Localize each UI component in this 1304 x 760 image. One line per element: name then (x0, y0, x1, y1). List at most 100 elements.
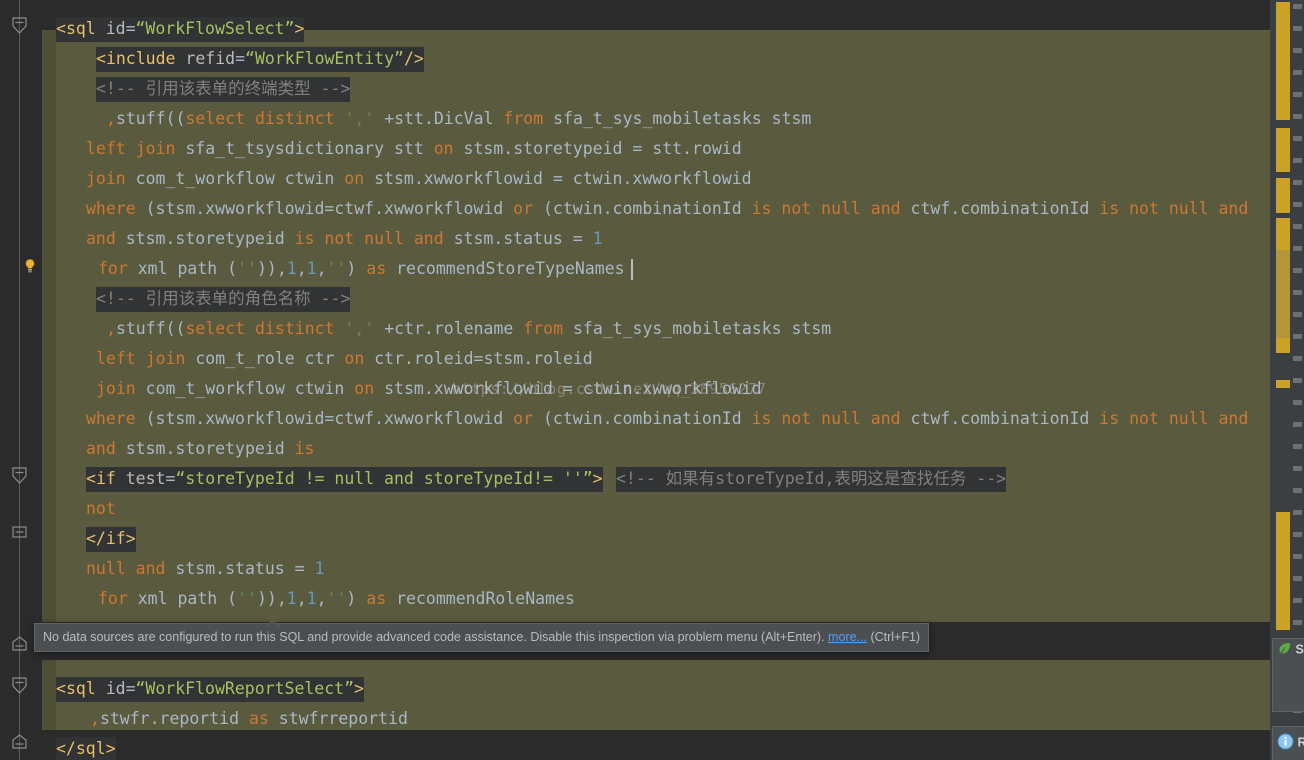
code-line[interactable]: for xml path ('')),1,1,'') as recommendS… (98, 254, 625, 284)
code-token: '' (237, 589, 257, 608)
stripe-warning-mark[interactable] (1276, 128, 1290, 172)
code-line[interactable]: <sql id=“WorkFlowReportSelect”> (56, 674, 364, 704)
code-token: xml path ( (127, 589, 238, 608)
code-token: join (86, 169, 126, 188)
code-line[interactable]: <include refid=“WorkFlowEntity”/> (96, 44, 424, 74)
code-token: <!-- 如果有storeTypeId,表明这是查找任务 --> (616, 467, 1007, 492)
stripe-notch (1293, 224, 1302, 229)
intention-bulb-icon[interactable] (22, 258, 38, 274)
stripe-notch (1293, 444, 1302, 449)
code-token: “WorkFlowReportSelect” (135, 677, 355, 702)
code-token: = (235, 47, 246, 72)
code-token: sql (75, 737, 106, 760)
code-editor[interactable]: <sql id=“WorkFlowSelect”> <include refid=… (0, 0, 1304, 760)
fold-marker-collapse[interactable] (8, 674, 31, 697)
code-line[interactable]: ,stuff((select distinct ',' +stt.DicVal … (106, 104, 811, 134)
code-token: join (145, 349, 186, 368)
code-token: '' (326, 589, 347, 608)
code-token: select distinct (185, 109, 335, 128)
stripe-notch (1293, 312, 1302, 317)
fold-marker-region[interactable] (8, 636, 31, 659)
code-line[interactable]: not (86, 494, 116, 524)
code-token: /> (403, 47, 424, 72)
code-token: join (135, 139, 176, 158)
code-token: null and (86, 559, 166, 578)
code-token: from (523, 319, 564, 338)
code-token: <!-- 引用该表单的角色名称 --> (96, 287, 351, 312)
code-line[interactable]: left join com_t_role ctr on ctr.roleid=s… (96, 344, 593, 374)
code-token: com_t_workflow ctwin (135, 379, 355, 398)
scrollbar-thumb[interactable] (1276, 250, 1290, 338)
code-line[interactable]: </if> (86, 524, 136, 554)
inspection-tooltip[interactable]: No data sources are configured to run th… (34, 623, 930, 652)
code-token: 1 (286, 589, 297, 608)
fold-marker-end[interactable] (8, 734, 31, 757)
stripe-warning-mark[interactable] (1276, 2, 1290, 120)
code-token: left (86, 139, 126, 158)
stripe-notch (1293, 356, 1302, 361)
fold-marker-collapse[interactable] (8, 14, 31, 37)
code-line[interactable]: <!-- 如果有storeTypeId,表明这是查找任务 --> (616, 464, 1007, 494)
stripe-warning-mark[interactable] (1276, 178, 1290, 213)
popup-leaf-link-row[interactable]: S (1299, 683, 1304, 701)
code-line[interactable]: </sql> (56, 734, 116, 760)
tooltip-more-link[interactable]: more... (828, 630, 867, 644)
code-line[interactable]: ,stwfr.reportid as stwfrreportid (90, 704, 408, 734)
code-line[interactable]: <sql id=“WorkFlowSelect”> (56, 14, 305, 44)
code-line[interactable]: where (stsm.xwworkflowid=ctwf.xwworkflow… (86, 404, 1248, 434)
code-token: is not null and (751, 409, 901, 428)
fold-marker-region[interactable] (8, 522, 31, 545)
stripe-notch (1293, 158, 1302, 163)
code-line[interactable]: null and stsm.status = 1 (86, 554, 324, 584)
leaf-icon (1277, 641, 1292, 659)
code-line[interactable]: for xml path ('')),1,1,'') as recommendR… (98, 584, 575, 614)
code-line[interactable]: where (stsm.xwworkflowid=ctwf.xwworkflow… (86, 194, 1248, 224)
code-line[interactable]: <!-- 引用该表单的终端类型 --> (96, 74, 351, 104)
code-token: 1 (592, 229, 603, 248)
code-token: '' (326, 259, 347, 278)
code-token: sfa_t_sys_mobiletasks stsm (563, 319, 832, 338)
stripe-notch (1293, 422, 1302, 427)
popup-inspection-info[interactable]: R (1272, 726, 1304, 760)
stripe-warning-mark[interactable] (1276, 512, 1290, 630)
code-line[interactable]: join com_t_workflow ctwin on stsm.xwwork… (86, 164, 752, 194)
code-line[interactable]: ,stuff((select distinct ',' +ctr.rolenam… (106, 314, 831, 344)
code-token: id (105, 17, 126, 42)
code-line[interactable]: left join sfa_t_tsysdictionary stt on st… (86, 134, 742, 164)
code-token: < (86, 467, 96, 492)
popup-inspection-leaf[interactable]: S S (1272, 638, 1304, 712)
code-token: , (316, 589, 327, 608)
code-token: ) (346, 259, 367, 278)
code-token: on (354, 379, 375, 398)
stripe-warning-mark[interactable] (1276, 380, 1290, 388)
code-token: = (125, 677, 136, 702)
code-token: )), (256, 259, 287, 278)
code-token: select distinct (185, 319, 335, 338)
stripe-notch (1293, 114, 1302, 119)
code-token: ctwf.combinationId (900, 199, 1100, 218)
code-token: for (98, 259, 128, 278)
watermark-text: https://blog.csdn.net/qq_38956277 (452, 380, 767, 398)
code-token: , (296, 259, 307, 278)
code-token: , (90, 709, 100, 728)
code-line[interactable]: <!-- 引用该表单的角色名称 --> (96, 284, 351, 314)
code-token: “WorkFlowSelect” (135, 17, 295, 42)
code-token: and (86, 229, 116, 248)
code-line[interactable]: and stsm.storetypeid is (86, 434, 315, 464)
code-line[interactable]: <if test=“storeTypeId != null and storeT… (86, 464, 603, 494)
stripe-notch (1293, 202, 1302, 207)
code-token: and (86, 439, 116, 458)
code-token: or (513, 199, 534, 218)
stripe-notch (1293, 70, 1302, 75)
code-token: (ctwin.combinationId (533, 409, 752, 428)
stripe-notch (1293, 510, 1302, 515)
code-token: is not null and (1099, 199, 1249, 218)
code-token: (ctwin.combinationId (533, 199, 752, 218)
code-line[interactable]: and stsm.storetypeid is not null and sts… (86, 224, 603, 254)
code-token: > (105, 737, 116, 760)
tooltip-text: No data sources are configured to run th… (43, 630, 825, 644)
code-token: refid (185, 47, 236, 72)
fold-marker-collapse[interactable] (8, 464, 31, 487)
